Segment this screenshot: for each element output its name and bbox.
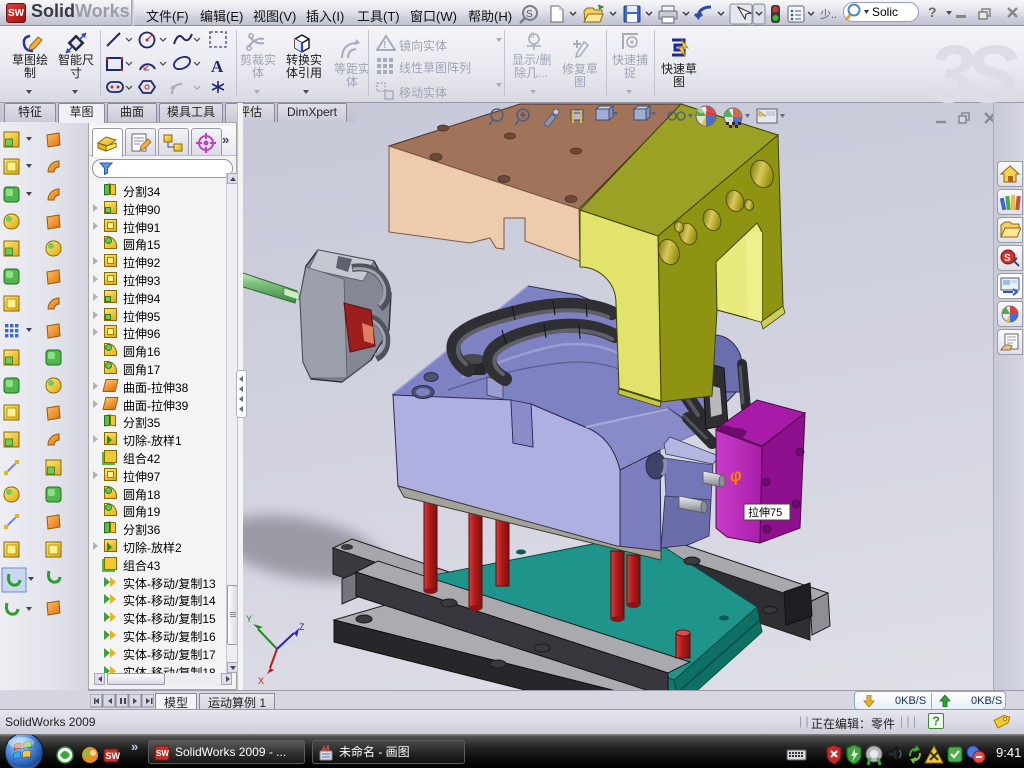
svg-text:Y: Y xyxy=(246,614,252,624)
svg-text:少..: 少.. xyxy=(820,8,837,21)
svg-text:SW: SW xyxy=(156,749,169,758)
svg-text:X: X xyxy=(258,676,264,686)
svg-text:A: A xyxy=(211,57,224,76)
svg-text:Solic: Solic xyxy=(872,5,898,19)
svg-text:6: 6 xyxy=(530,31,535,40)
svg-text:S: S xyxy=(526,9,533,20)
svg-text:S: S xyxy=(1004,253,1011,264)
svg-text:SW: SW xyxy=(106,751,121,761)
svg-text:!: ! xyxy=(383,40,386,51)
svg-text:Z: Z xyxy=(299,622,305,632)
svg-text:拉伸75: 拉伸75 xyxy=(748,505,782,519)
